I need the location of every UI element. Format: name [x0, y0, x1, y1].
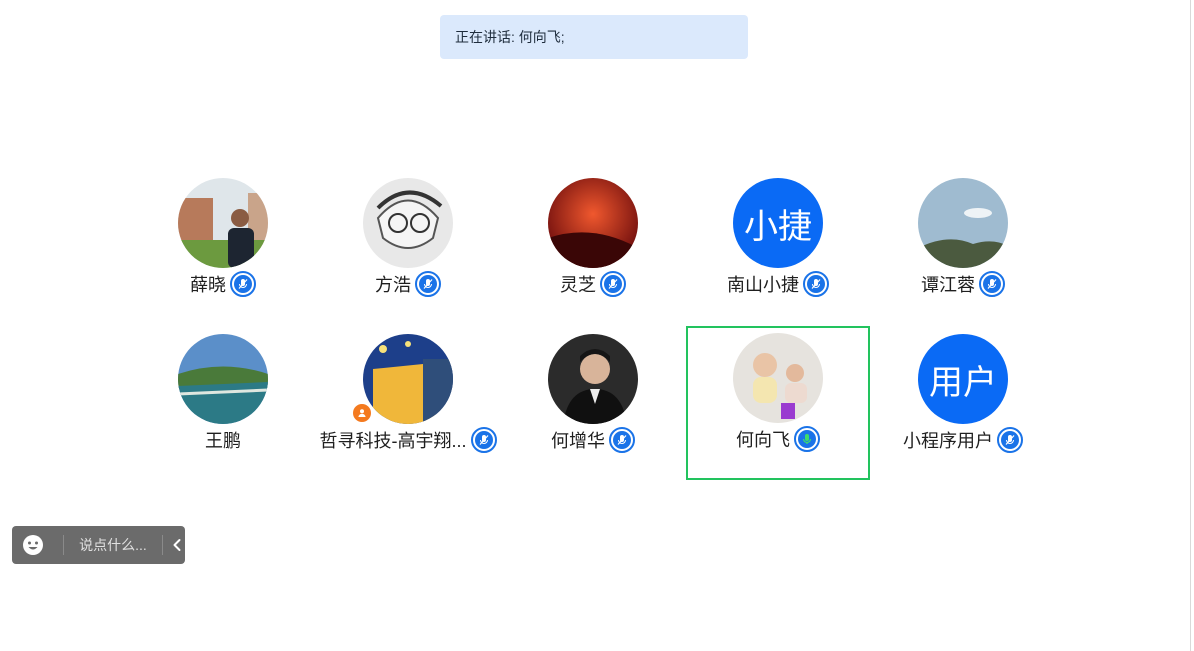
chat-input-bar: 说点什么...	[12, 526, 185, 564]
name-row: 小程序用户	[871, 425, 1055, 455]
participant-name: 小程序用户	[903, 431, 993, 451]
participant-name: 何向飞	[736, 430, 790, 450]
divider	[63, 535, 64, 555]
name-row: 王鹏	[131, 425, 315, 455]
participant-name: 哲寻科技-高宇翔...	[319, 431, 467, 451]
participant-tile[interactable]: 薛晓	[131, 171, 315, 325]
participant-tile[interactable]: 方浩	[316, 171, 500, 325]
mic-speaking-icon	[794, 426, 820, 452]
participant-tile[interactable]: 灵芝	[501, 171, 685, 325]
name-row: 何向飞	[688, 424, 868, 454]
mic-muted-icon	[979, 271, 1005, 297]
participant-name: 南山小捷	[727, 275, 799, 295]
avatar	[363, 178, 453, 268]
participant-tile[interactable]: 王鹏	[131, 327, 315, 481]
participant-tile[interactable]: 谭江蓉	[871, 171, 1055, 325]
mic-muted-icon	[997, 427, 1023, 453]
speaking-banner: 正在讲话: 何向飞;	[440, 15, 748, 59]
participant-tile[interactable]: 用户 小程序用户	[871, 327, 1055, 481]
name-row: 何增华	[501, 425, 685, 455]
participant-name: 灵芝	[560, 275, 596, 295]
window-right-border	[1190, 0, 1191, 651]
name-row: 薛晓	[131, 269, 315, 299]
name-row: 灵芝	[501, 269, 685, 299]
mic-muted-icon	[230, 271, 256, 297]
participant-tile-active-speaker[interactable]: 何向飞	[686, 326, 870, 480]
name-row: 哲寻科技-高宇翔...	[316, 425, 500, 455]
divider	[162, 535, 163, 555]
avatar	[918, 178, 1008, 268]
avatar: 用户	[918, 334, 1008, 424]
avatar	[548, 178, 638, 268]
participant-name: 薛晓	[190, 275, 226, 295]
participant-tile[interactable]: 何增华	[501, 327, 685, 481]
avatar: 小捷	[733, 178, 823, 268]
mic-muted-icon	[415, 271, 441, 297]
participant-name: 方浩	[375, 275, 411, 295]
mic-muted-icon	[600, 271, 626, 297]
name-row: 方浩	[316, 269, 500, 299]
mic-muted-icon	[803, 271, 829, 297]
name-row: 谭江蓉	[871, 269, 1055, 299]
avatar	[733, 333, 823, 423]
chevron-left-icon[interactable]	[167, 535, 187, 555]
participant-tile[interactable]: 小捷 南山小捷	[686, 171, 870, 325]
name-row: 南山小捷	[686, 269, 870, 299]
avatar	[178, 178, 268, 268]
user-badge-icon	[352, 403, 372, 423]
mic-muted-icon	[470, 427, 497, 453]
avatar	[178, 334, 268, 424]
speaking-label: 正在讲话:	[455, 29, 519, 45]
smiley-icon[interactable]	[22, 534, 44, 556]
avatar	[548, 334, 638, 424]
participant-name: 王鹏	[205, 431, 241, 451]
participant-tile[interactable]: 哲寻科技-高宇翔...	[316, 327, 500, 481]
speaking-names: 何向飞;	[518, 29, 565, 45]
participant-name: 谭江蓉	[921, 275, 975, 295]
avatar	[363, 334, 453, 424]
mic-muted-icon	[609, 427, 635, 453]
chat-input[interactable]: 说点什么...	[68, 526, 158, 564]
participant-name: 何增华	[551, 431, 605, 451]
